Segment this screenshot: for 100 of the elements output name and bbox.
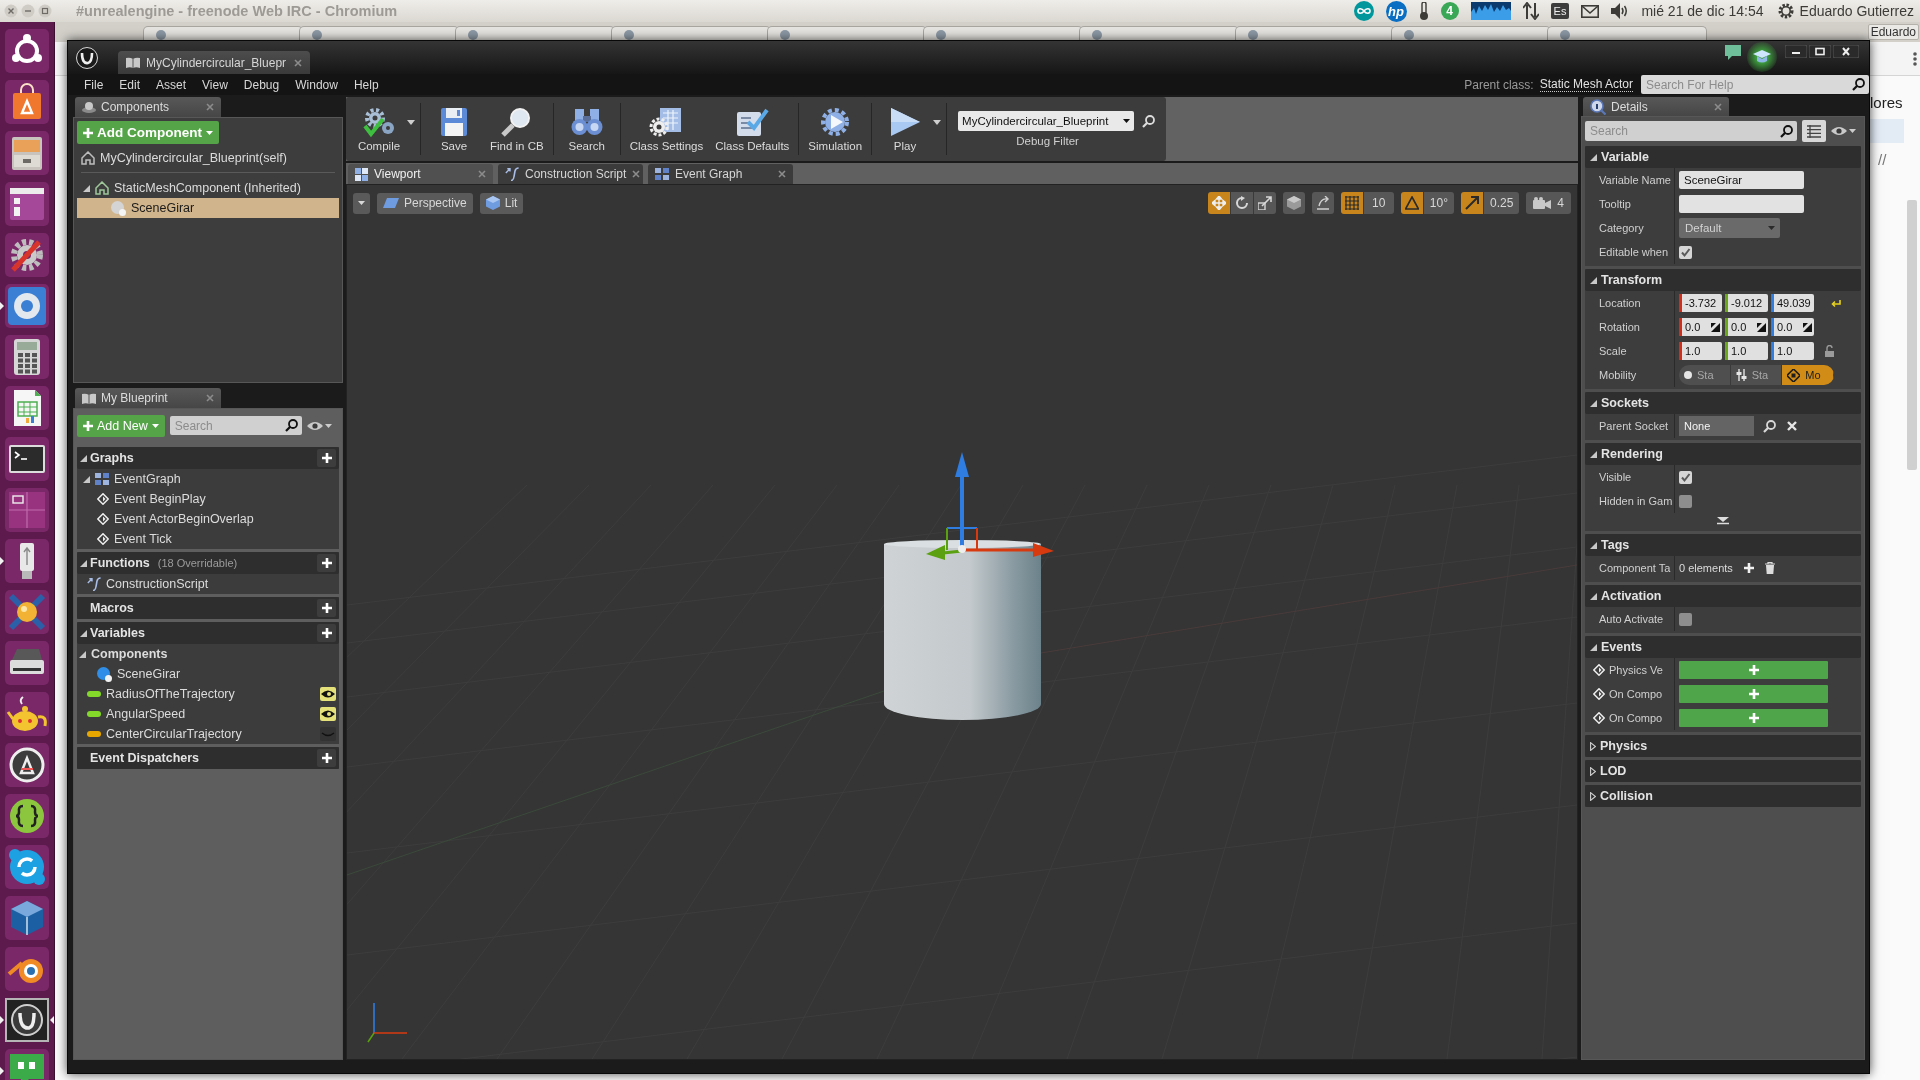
tree-item[interactable]: Event BeginPlay [77, 489, 339, 509]
tree-item[interactable]: EventGraph [77, 469, 339, 489]
section-title[interactable]: Variables [90, 626, 145, 640]
tree-item[interactable]: CenterCircularTrajectory [77, 724, 339, 744]
play-button[interactable]: Play [875, 97, 936, 161]
transform-gizmo[interactable] [926, 452, 1054, 560]
snap-value-dropdown[interactable]: 10° [1423, 192, 1454, 214]
eye-icon[interactable] [320, 687, 336, 701]
expanded-triangle-icon[interactable] [80, 629, 87, 637]
search-icon[interactable] [1142, 114, 1156, 128]
panel-tab[interactable]: Components [75, 97, 221, 117]
caret-icon[interactable] [407, 119, 415, 125]
logo-badge[interactable]: hp [1385, 0, 1407, 22]
menu-item[interactable]: View [194, 77, 236, 92]
expanded-triangle-icon[interactable] [1590, 153, 1597, 161]
expanded-triangle-icon[interactable] [83, 184, 90, 192]
snap-value-dropdown[interactable]: 0.25 [1483, 192, 1520, 214]
viewport-options-button[interactable] [353, 192, 370, 214]
section-header[interactable]: Activation [1585, 585, 1861, 607]
mobility-option[interactable]: Mo [1782, 365, 1834, 385]
terminal-icon[interactable] [5, 437, 49, 481]
collapsed-triangle-icon[interactable] [1590, 766, 1596, 776]
expanded-triangle-icon[interactable] [1590, 541, 1597, 549]
maximize-icon[interactable] [1809, 45, 1831, 58]
menu-item[interactable]: Debug [235, 77, 288, 92]
clock-menu[interactable]: mié 21 de dic 14:54 [1641, 3, 1764, 19]
number-field[interactable]: 0.0 [1771, 318, 1814, 336]
eye-icon[interactable] [1831, 126, 1847, 136]
section-header[interactable]: Events [1585, 636, 1861, 658]
more-menu-icon[interactable] [1913, 51, 1917, 66]
number-field[interactable]: 1.0 [1679, 342, 1722, 360]
snap-toggle[interactable] [1340, 192, 1363, 214]
tree-item[interactable]: StaticMeshComponent (Inherited) [77, 178, 339, 198]
infinity-icon[interactable] [1353, 1, 1374, 21]
panel-tab[interactable]: My Blueprint [75, 388, 221, 408]
file-drawer-icon[interactable] [5, 131, 49, 175]
tree-item[interactable]: Event Tick [77, 529, 339, 549]
checkbox[interactable] [1679, 494, 1692, 508]
editor-tab[interactable]: Event Graph [648, 164, 793, 184]
speaker-icon[interactable] [1611, 3, 1630, 19]
search-icon[interactable] [1763, 419, 1776, 433]
tree-item[interactable]: SceneGirar [77, 198, 339, 218]
tree-item[interactable]: Components [77, 644, 339, 664]
expanded-triangle-icon[interactable] [79, 650, 86, 658]
expand-arrow-icon[interactable] [1717, 517, 1729, 525]
expanded-triangle-icon[interactable] [80, 454, 87, 462]
checkbox[interactable] [1679, 470, 1692, 484]
search-icon[interactable] [284, 419, 298, 432]
expanded-triangle-icon[interactable] [80, 559, 87, 567]
thermometer-icon[interactable] [1418, 2, 1429, 20]
add-button[interactable] [317, 749, 336, 767]
menu-item[interactable]: Window [287, 77, 346, 92]
ring-dots-icon[interactable] [5, 29, 49, 73]
coordinate-space-button[interactable] [1282, 192, 1305, 214]
engine-logo-icon[interactable] [5, 998, 49, 1042]
number-field[interactable]: 1.0 [1725, 342, 1768, 360]
snap-toggle[interactable] [1460, 192, 1483, 214]
browser-ring-icon[interactable] [5, 284, 49, 328]
class-settings-button[interactable]: Class Settings [623, 97, 710, 161]
checkbox[interactable] [1679, 612, 1692, 626]
number-field[interactable]: 1.0 [1771, 342, 1814, 360]
section-header[interactable]: Variable [1585, 146, 1861, 168]
add-button[interactable] [317, 624, 336, 642]
search-button[interactable]: Search [556, 97, 617, 161]
teapot-icon[interactable] [5, 692, 49, 736]
number-field[interactable]: -9.012 [1725, 294, 1768, 312]
viewport[interactable]: Perspective Lit 10 10° 0.25 4 [346, 184, 1578, 1060]
add-button[interactable] [317, 599, 336, 617]
close-icon[interactable] [1833, 45, 1859, 58]
lighting-mode-button[interactable]: Lit [479, 192, 524, 214]
add-button[interactable] [317, 449, 336, 467]
cube-icon[interactable] [5, 896, 49, 940]
socket-field[interactable]: None [1679, 416, 1754, 436]
text-field[interactable]: SceneGirar [1679, 171, 1804, 189]
usb-stick-icon[interactable] [5, 539, 49, 583]
up-down-arrows-icon[interactable] [1522, 2, 1539, 20]
section-header[interactable]: Transform [1585, 269, 1861, 291]
crossed-orb-icon[interactable] [5, 590, 49, 634]
find-in-cb-button[interactable]: Find in CB [484, 97, 550, 161]
expanded-triangle-icon[interactable] [1590, 276, 1597, 284]
envelope-icon[interactable] [1581, 4, 1600, 18]
expanded-triangle-icon[interactable] [83, 475, 90, 483]
reset-arrow-icon[interactable] [1831, 298, 1841, 308]
orbit-logo-icon[interactable] [5, 947, 49, 991]
menu-item[interactable]: Asset [148, 77, 195, 92]
menu-item[interactable]: Edit [111, 77, 149, 92]
circular-arrows-icon[interactable] [5, 845, 49, 889]
mobility-option[interactable]: Sta [1679, 365, 1731, 385]
simulation-button[interactable]: Simulation [802, 97, 869, 161]
editor-tab[interactable]: Viewport [348, 164, 493, 184]
search-field[interactable]: Search [169, 416, 302, 435]
add-button[interactable] [317, 554, 336, 572]
category-dropdown[interactable]: Default [1679, 218, 1780, 238]
compile-button[interactable]: Compile [349, 97, 409, 161]
menu-item[interactable]: Help [345, 77, 387, 92]
search-field[interactable]: Search [1585, 121, 1797, 141]
tree-item[interactable]: ConstructionScript [77, 574, 339, 594]
tree-item[interactable]: AngularSpeed [77, 704, 339, 724]
debug-object-dropdown[interactable]: MyCylindercircular_Blueprint [958, 111, 1135, 131]
expanded-triangle-icon[interactable] [1590, 450, 1597, 458]
